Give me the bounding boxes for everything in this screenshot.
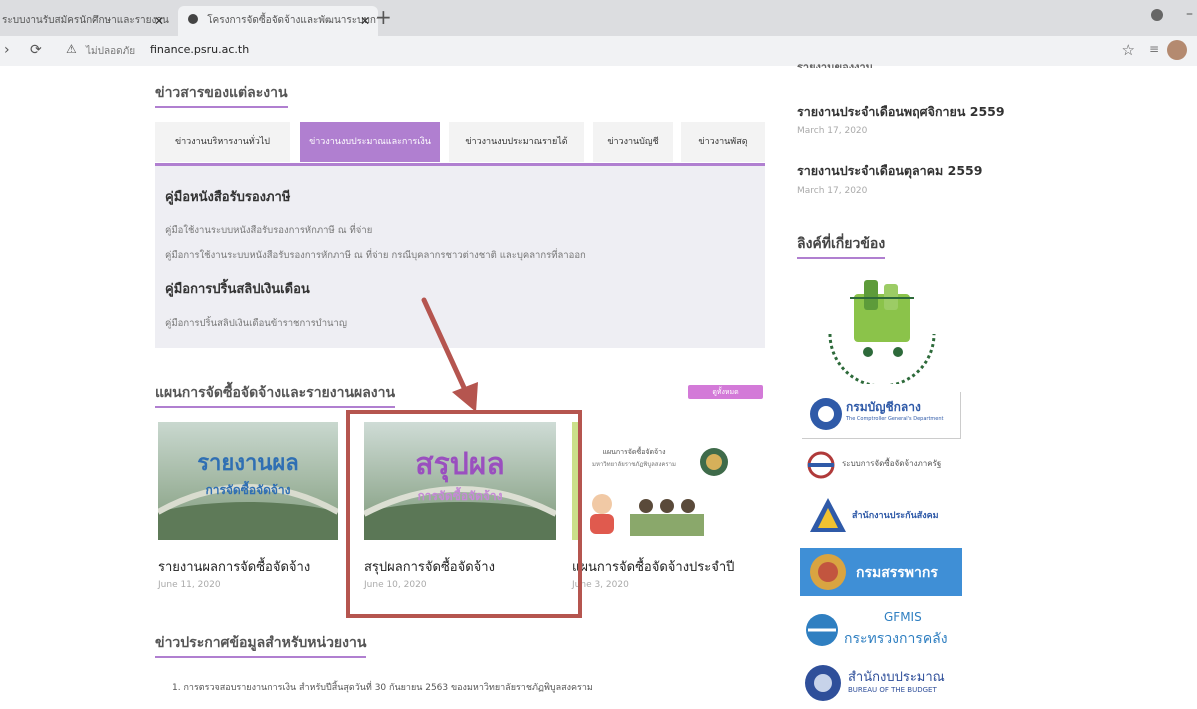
gfmis-emblem-icon [806,614,838,646]
cgd-emblem-icon [810,398,842,430]
announce-section-title: ข่าวประกาศข้อมูลสำหรับหน่วยงาน [155,632,367,658]
report-title-1[interactable]: รายงานประจำเดือนพฤศจิกายน 2559 [797,102,1005,122]
sso-logo-link[interactable]: สำนักงานประกันสังคม [808,496,966,540]
revenue-dept-logo-link[interactable]: กรมสรรพากร [800,548,962,596]
announce-item-1[interactable]: 1. การตรวจสอบรายงานการเงิน สำหรับปีสิ้นส… [172,680,593,694]
cgd-label-en: The Comptroller General's Department [846,416,944,422]
budget-bureau-logo-link[interactable]: สำนักงบประมาณ BUREAU OF THE BUDGET [802,660,960,706]
annotation-arrow [421,297,478,412]
report-date-1: March 17, 2020 [797,126,868,136]
egp-label: ระบบการจัดซื้อจัดจ้างภาครัฐ [842,459,942,468]
shopping-cart-icon [828,280,936,384]
mof-label: กระทรวงการคลัง [844,631,948,647]
cgd-label: กรมบัญชีกลาง [846,400,921,414]
bb-label: สำนักงบประมาณ [848,670,945,685]
egp-emblem-icon [807,451,835,479]
egp-logo-link[interactable]: ระบบการจัดซื้อจัดจ้างภาครัฐ [802,448,960,482]
report-title-2[interactable]: รายงานประจำเดือนตุลาคม 2559 [797,161,982,181]
gfmis-logo-link[interactable]: GFMIS กระทรวงการคลัง [802,608,960,652]
cgd-logo-link[interactable]: กรมบัญชีกลาง The Comptroller General's D… [802,392,961,439]
bb-emblem-icon [805,665,841,701]
sidebar-cut-heading: รายงานของงาน [797,61,874,68]
sso-label: สำนักงานประกันสังคม [852,511,939,521]
gfmis-label: GFMIS [884,610,922,624]
report-date-2: March 17, 2020 [797,186,868,196]
rd-emblem-icon [810,554,846,590]
rd-label: กรมสรรพากร [856,565,938,581]
related-links-title: ลิงค์ที่เกี่ยวข้อง [797,233,886,259]
sso-emblem-icon [810,498,846,532]
bb-label-en: BUREAU OF THE BUDGET [848,686,937,694]
green-procurement-logo[interactable] [812,274,952,384]
